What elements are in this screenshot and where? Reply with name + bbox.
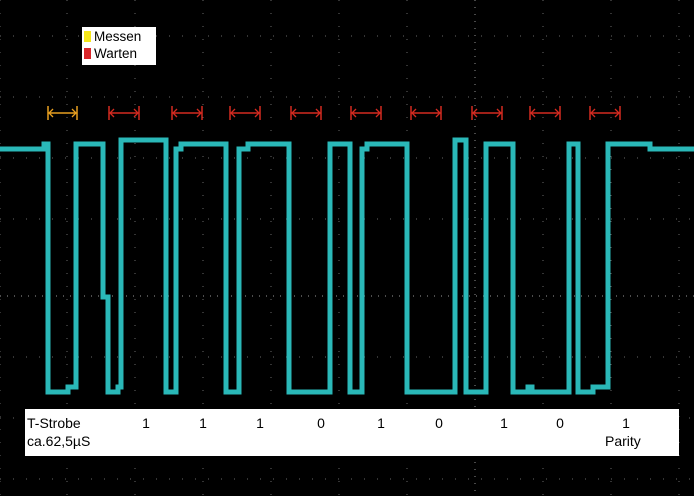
bit-value: 1 xyxy=(142,415,150,431)
legend: Messen Warten xyxy=(82,27,156,65)
bit-value: 0 xyxy=(435,415,443,431)
bit-value: 1 xyxy=(256,415,264,431)
bit-value: 1 xyxy=(500,415,508,431)
bit-value: 0 xyxy=(317,415,325,431)
timing-markers xyxy=(47,106,621,120)
bit-value: 1 xyxy=(199,415,207,431)
bit-value: 1 xyxy=(622,415,630,431)
messen-swatch xyxy=(84,31,91,42)
warten-swatch xyxy=(84,48,91,59)
strobe-label: T-Strobe xyxy=(27,415,81,431)
legend-label: Messen xyxy=(94,29,142,44)
duration-label: ca.62,5µS xyxy=(27,433,91,449)
signal-trace xyxy=(0,137,694,395)
parity-label: Parity xyxy=(605,433,641,449)
bit-value: 1 xyxy=(377,415,385,431)
legend-label: Warten xyxy=(94,46,138,61)
bit-value: 0 xyxy=(556,415,564,431)
bit-info-bar: T-Strobe ca.62,5µS 1 1 1 0 1 0 1 0 1 Par… xyxy=(25,409,679,456)
